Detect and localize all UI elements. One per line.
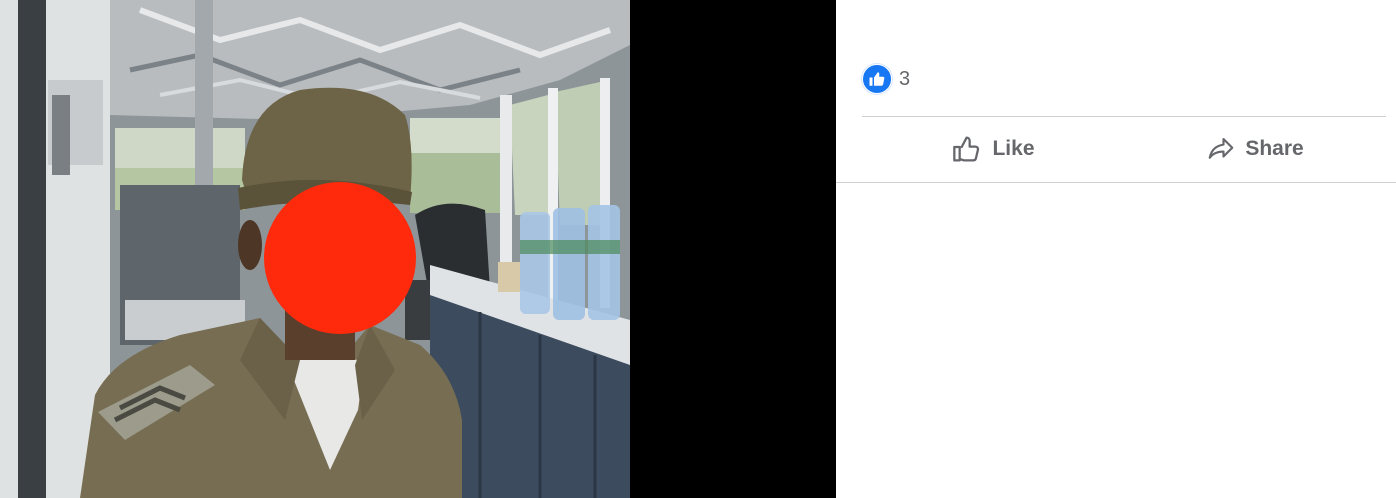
share-button[interactable]: Share xyxy=(1124,118,1386,180)
share-label: Share xyxy=(1245,137,1304,160)
reaction-count: 3 xyxy=(899,68,911,90)
reactions-summary[interactable]: 3 xyxy=(862,64,910,94)
like-icon xyxy=(951,133,983,165)
post-action-bar: Like Share xyxy=(862,118,1386,180)
post-photo[interactable] xyxy=(0,0,630,498)
photo-viewer xyxy=(0,0,836,498)
divider xyxy=(836,182,1396,183)
divider xyxy=(862,116,1386,117)
thumbs-up-icon xyxy=(862,64,892,94)
like-button[interactable]: Like xyxy=(862,118,1124,180)
like-label: Like xyxy=(992,137,1035,160)
post-actions-panel: 3 Like Share xyxy=(836,0,1396,498)
share-icon xyxy=(1206,134,1236,164)
